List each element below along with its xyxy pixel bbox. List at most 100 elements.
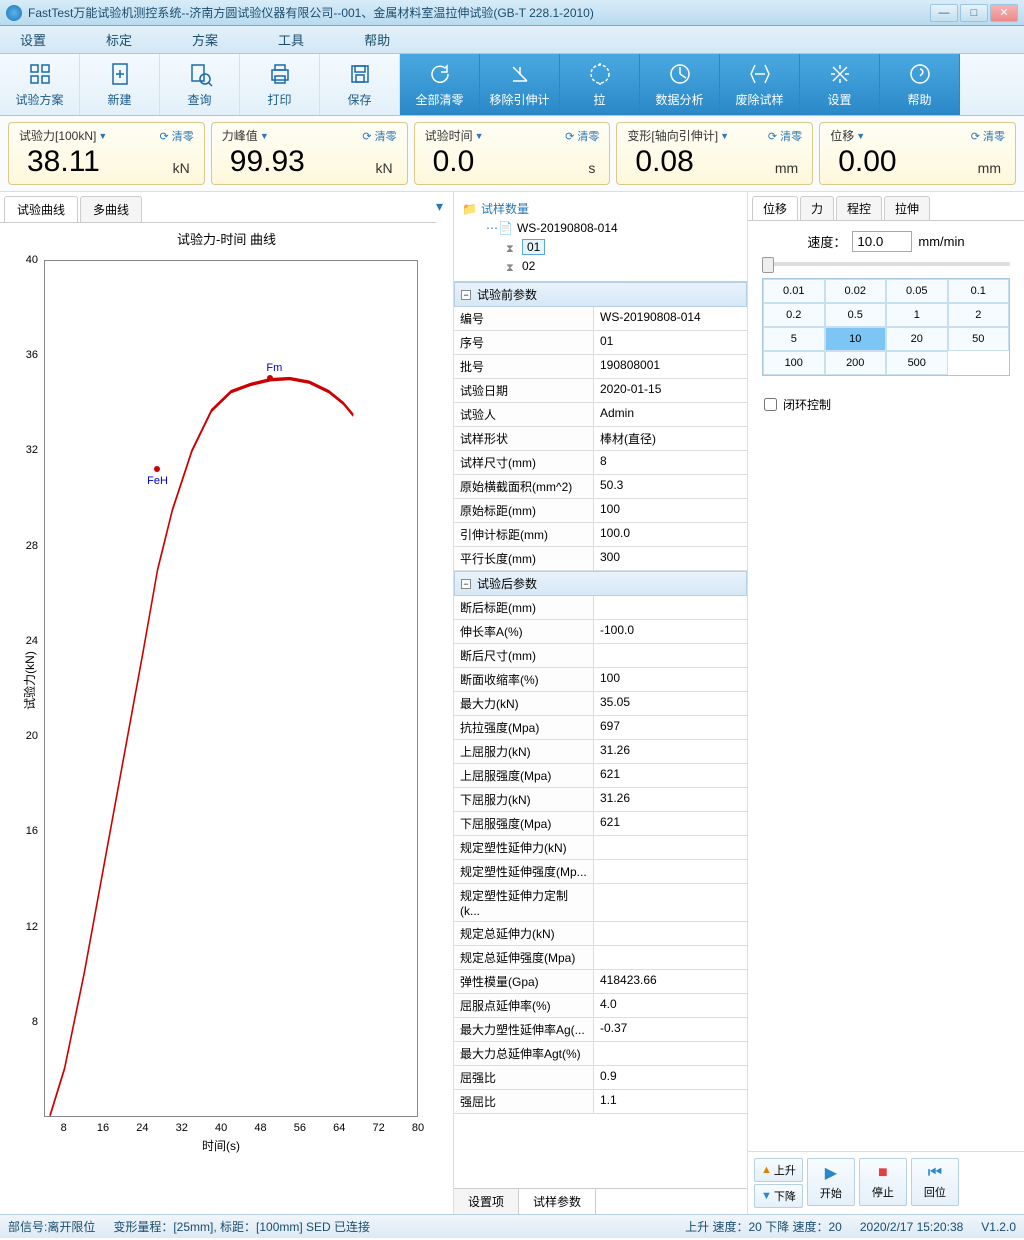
param-value[interactable] bbox=[594, 884, 747, 921]
speed-preset[interactable]: 0.02 bbox=[825, 279, 887, 303]
dropdown-icon[interactable]: ▼ bbox=[475, 131, 484, 141]
speed-preset[interactable]: 0.01 bbox=[763, 279, 825, 303]
tree-sample-01[interactable]: 01 bbox=[462, 237, 739, 257]
speed-preset[interactable]: 100 bbox=[763, 351, 825, 375]
menu-settings[interactable]: 设置 bbox=[20, 30, 46, 49]
toolbar-11[interactable]: 帮助 bbox=[880, 54, 960, 115]
rtab-program[interactable]: 程控 bbox=[836, 196, 882, 220]
speed-preset[interactable]: 5 bbox=[763, 327, 825, 351]
param-value[interactable]: -0.37 bbox=[594, 1018, 747, 1041]
rtab-tensile[interactable]: 拉伸 bbox=[884, 196, 930, 220]
speed-preset[interactable]: 0.2 bbox=[763, 303, 825, 327]
reset-button[interactable]: ⟳ 清零 bbox=[971, 128, 1005, 144]
collapse-icon[interactable]: − bbox=[461, 579, 471, 589]
param-section[interactable]: −试验前参数 bbox=[454, 282, 747, 307]
speed-preset[interactable]: 200 bbox=[825, 351, 887, 375]
param-value[interactable]: WS-20190808-014 bbox=[594, 307, 747, 330]
closed-loop-input[interactable] bbox=[764, 398, 777, 411]
toolbar-6[interactable]: 移除引伸计 bbox=[480, 54, 560, 115]
param-value[interactable]: 01 bbox=[594, 331, 747, 354]
speed-preset[interactable]: 500 bbox=[886, 351, 948, 375]
param-value[interactable]: 418423.66 bbox=[594, 970, 747, 993]
toolbar-4[interactable]: 保存 bbox=[320, 54, 400, 115]
closed-loop-checkbox[interactable]: 闭环控制 bbox=[764, 396, 1008, 413]
dropdown-icon[interactable]: ▼ bbox=[856, 131, 865, 141]
param-value[interactable] bbox=[594, 946, 747, 969]
reset-button[interactable]: ⟳ 清零 bbox=[160, 128, 194, 144]
dropdown-icon[interactable]: ▼ bbox=[720, 131, 729, 141]
param-value[interactable] bbox=[594, 644, 747, 667]
param-value[interactable]: 31.26 bbox=[594, 740, 747, 763]
tree-batch[interactable]: ⋯📄WS-20190808-014 bbox=[462, 219, 739, 237]
toolbar-1[interactable]: 新建 bbox=[80, 54, 160, 115]
param-value[interactable]: 8 bbox=[594, 451, 747, 474]
speed-preset[interactable]: 20 bbox=[886, 327, 948, 351]
param-value[interactable] bbox=[594, 922, 747, 945]
minimize-button[interactable]: — bbox=[930, 4, 958, 22]
param-value[interactable]: 1.1 bbox=[594, 1090, 747, 1113]
param-value[interactable]: 35.05 bbox=[594, 692, 747, 715]
param-value[interactable]: 0.9 bbox=[594, 1066, 747, 1089]
menu-tools[interactable]: 工具 bbox=[278, 30, 304, 49]
maximize-button[interactable]: □ bbox=[960, 4, 988, 22]
param-value[interactable]: 697 bbox=[594, 716, 747, 739]
speed-input[interactable] bbox=[852, 231, 912, 252]
toolbar-9[interactable]: 废除试样 bbox=[720, 54, 800, 115]
reset-button[interactable]: ⟳ 清零 bbox=[362, 128, 396, 144]
param-value[interactable]: 300 bbox=[594, 547, 747, 570]
tree-sample-02[interactable]: 02 bbox=[462, 257, 739, 275]
menu-help[interactable]: 帮助 bbox=[364, 30, 390, 49]
start-button[interactable]: ▶开始 bbox=[807, 1158, 855, 1206]
param-value[interactable]: 621 bbox=[594, 764, 747, 787]
reset-button[interactable]: ⟳ 清零 bbox=[768, 128, 802, 144]
chart-dropdown-icon[interactable]: ▾ bbox=[436, 198, 443, 223]
toolbar-8[interactable]: 数据分析 bbox=[640, 54, 720, 115]
param-value[interactable]: 4.0 bbox=[594, 994, 747, 1017]
param-value[interactable]: 100 bbox=[594, 668, 747, 691]
param-value[interactable]: 2020-01-15 bbox=[594, 379, 747, 402]
reset-button[interactable]: ⟳ 清零 bbox=[565, 128, 599, 144]
toolbar-7[interactable]: 拉 bbox=[560, 54, 640, 115]
rtab-displacement[interactable]: 位移 bbox=[752, 196, 798, 220]
speed-preset[interactable]: 1 bbox=[886, 303, 948, 327]
param-section[interactable]: −试验后参数 bbox=[454, 571, 747, 596]
param-value[interactable]: 31.26 bbox=[594, 788, 747, 811]
param-value[interactable] bbox=[594, 836, 747, 859]
stop-button[interactable]: ■停止 bbox=[859, 1158, 907, 1206]
param-value[interactable] bbox=[594, 1042, 747, 1065]
speed-slider[interactable] bbox=[762, 262, 1010, 266]
btab-settings[interactable]: 设置项 bbox=[454, 1189, 519, 1214]
toolbar-3[interactable]: 打印 bbox=[240, 54, 320, 115]
tab-multi-curve[interactable]: 多曲线 bbox=[80, 196, 142, 222]
speed-preset[interactable]: 10 bbox=[825, 327, 887, 351]
speed-preset[interactable]: 2 bbox=[948, 303, 1010, 327]
toolbar-2[interactable]: 查询 bbox=[160, 54, 240, 115]
dropdown-icon[interactable]: ▼ bbox=[98, 131, 107, 141]
rtab-force[interactable]: 力 bbox=[800, 196, 834, 220]
toolbar-10[interactable]: 设置 bbox=[800, 54, 880, 115]
tab-single-curve[interactable]: 试验曲线 bbox=[4, 196, 78, 222]
param-value[interactable]: 50.3 bbox=[594, 475, 747, 498]
close-button[interactable]: ✕ bbox=[990, 4, 1018, 22]
speed-preset[interactable]: 0.1 bbox=[948, 279, 1010, 303]
dropdown-icon[interactable]: ▼ bbox=[260, 131, 269, 141]
param-value[interactable]: -100.0 bbox=[594, 620, 747, 643]
speed-preset[interactable]: 0.05 bbox=[886, 279, 948, 303]
speed-preset[interactable]: 0.5 bbox=[825, 303, 887, 327]
menu-calibrate[interactable]: 标定 bbox=[106, 30, 132, 49]
toolbar-5[interactable]: 全部清零 bbox=[400, 54, 480, 115]
btab-sample-params[interactable]: 试样参数 bbox=[519, 1189, 596, 1214]
down-button[interactable]: ▼下降 bbox=[754, 1184, 803, 1208]
param-value[interactable]: Admin bbox=[594, 403, 747, 426]
up-button[interactable]: ▲上升 bbox=[754, 1158, 803, 1182]
param-value[interactable]: 621 bbox=[594, 812, 747, 835]
param-value[interactable]: 100.0 bbox=[594, 523, 747, 546]
collapse-icon[interactable]: − bbox=[461, 290, 471, 300]
param-value[interactable]: 100 bbox=[594, 499, 747, 522]
speed-preset[interactable]: 50 bbox=[948, 327, 1010, 351]
param-value[interactable]: 190808001 bbox=[594, 355, 747, 378]
toolbar-0[interactable]: 试验方案 bbox=[0, 54, 80, 115]
param-value[interactable]: 棒材(直径) bbox=[594, 427, 747, 450]
param-value[interactable] bbox=[594, 596, 747, 619]
menu-plan[interactable]: 方案 bbox=[192, 30, 218, 49]
